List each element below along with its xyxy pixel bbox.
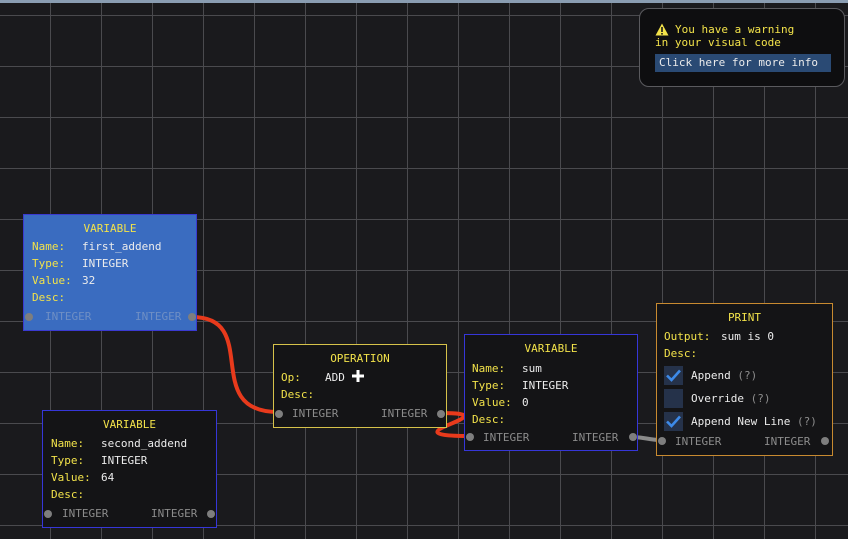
output-pin[interactable] [188, 313, 196, 321]
type-value[interactable]: INTEGER [522, 379, 568, 392]
input-pin[interactable] [658, 437, 666, 445]
output-pin-label: INTEGER [135, 310, 182, 323]
output-pin-label: INTEGER [151, 507, 198, 520]
output-pin-label: INTEGER [764, 435, 811, 448]
checkmark-icon [666, 415, 681, 428]
node-title: OPERATION [330, 352, 390, 365]
warning-icon [655, 23, 669, 36]
output-value[interactable]: sum is 0 [721, 330, 774, 343]
input-pin[interactable] [25, 313, 33, 321]
append-option-label: Append (?) [691, 369, 758, 382]
input-pin-label: INTEGER [675, 435, 722, 448]
type-label: Type: [32, 257, 66, 270]
desc-label: Desc: [664, 347, 698, 360]
node-title: VARIABLE [524, 342, 578, 355]
variable-node-sum[interactable]: VARIABLE Name: sum Type: INTEGER Value: … [464, 334, 638, 451]
override-option-label: Override (?) [691, 392, 771, 405]
type-value[interactable]: INTEGER [101, 454, 147, 467]
warning-popup: You have a warning in your visual code C… [639, 8, 845, 87]
input-pin-label: INTEGER [292, 407, 339, 420]
variable-node-first-addend[interactable]: VARIABLE Name: first_addend Type: INTEGE… [23, 214, 197, 331]
output-pin[interactable] [821, 437, 829, 445]
output-pin-label: INTEGER [572, 431, 619, 444]
input-pin[interactable] [466, 433, 474, 441]
desc-label: Desc: [32, 291, 66, 304]
variable-node-second-addend[interactable]: VARIABLE Name: second_addend Type: INTEG… [42, 410, 217, 528]
help-icon[interactable]: (?) [797, 415, 817, 428]
node-title: VARIABLE [103, 418, 156, 431]
value-value[interactable]: 0 [522, 396, 529, 409]
output-label: Output: [664, 330, 711, 343]
type-label: Type: [51, 454, 85, 467]
value-label: Value: [32, 274, 72, 287]
input-pin-label: INTEGER [62, 507, 109, 520]
output-pin[interactable] [629, 433, 637, 441]
append-new-line-checkbox[interactable] [664, 412, 683, 431]
name-label: Name: [472, 362, 506, 375]
desc-label: Desc: [472, 413, 506, 426]
value-label: Value: [51, 471, 91, 484]
warning-message-line1: You have a warning [675, 23, 795, 36]
desc-label: Desc: [281, 388, 315, 401]
value-value[interactable]: 64 [101, 471, 114, 484]
append-checkbox[interactable] [664, 366, 683, 385]
type-label: Type: [472, 379, 506, 392]
input-pin[interactable] [275, 410, 283, 418]
output-pin[interactable] [437, 410, 445, 418]
desc-label: Desc: [51, 488, 85, 501]
node-title: VARIABLE [83, 222, 137, 235]
input-pin-label: INTEGER [483, 431, 530, 444]
operation-node[interactable]: OPERATION Op: ADD Desc: INTEGER INTEGER [273, 344, 447, 428]
output-pin[interactable] [207, 510, 215, 518]
type-value[interactable]: INTEGER [82, 257, 128, 270]
wire-var1-to-op[interactable] [190, 315, 280, 414]
name-label: Name: [51, 437, 85, 450]
op-value[interactable]: ADD [325, 371, 345, 384]
name-value[interactable]: sum [522, 362, 542, 375]
op-label: Op: [281, 371, 301, 384]
help-icon[interactable]: (?) [751, 392, 771, 405]
value-label: Value: [472, 396, 512, 409]
name-label: Name: [32, 240, 66, 253]
name-value[interactable]: second_addend [101, 437, 187, 450]
node-title: PRINT [727, 311, 762, 324]
help-icon[interactable]: (?) [737, 369, 757, 382]
more-info-button[interactable]: Click here for more info [655, 54, 831, 72]
checkmark-icon [666, 369, 681, 382]
append-new-line-option-label: Append New Line (?) [691, 415, 817, 428]
print-node[interactable]: PRINT Output: sum is 0 Desc: Append (?) … [656, 303, 833, 456]
warning-message-line2: in your visual code [655, 36, 781, 49]
override-checkbox[interactable] [664, 389, 683, 408]
name-value[interactable]: first_addend [82, 240, 161, 253]
input-pin[interactable] [44, 510, 52, 518]
plus-icon[interactable] [352, 370, 364, 382]
input-pin-label: INTEGER [45, 310, 92, 323]
output-pin-label: INTEGER [381, 407, 428, 420]
value-value[interactable]: 32 [82, 274, 95, 287]
